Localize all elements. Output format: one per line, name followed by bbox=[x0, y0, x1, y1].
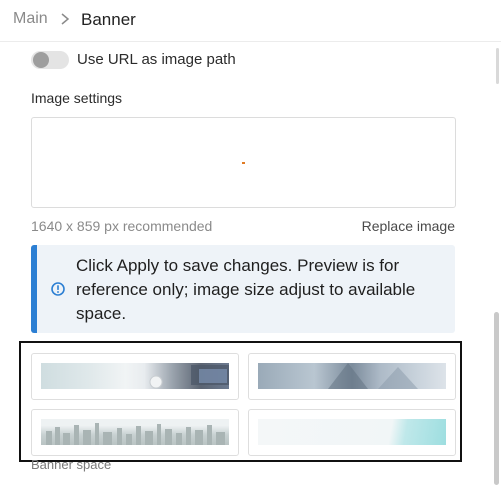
info-circle-icon bbox=[51, 282, 65, 296]
info-accent-bar bbox=[31, 245, 37, 333]
info-notice-text: Click Apply to save changes. Preview is … bbox=[76, 256, 416, 323]
banner-options-highlight bbox=[19, 341, 462, 462]
url-path-toggle-label: Use URL as image path bbox=[77, 51, 236, 68]
breadcrumb-main-link[interactable]: Main bbox=[13, 10, 48, 28]
image-size-hint: 1640 x 859 px recommended bbox=[31, 218, 213, 234]
inner-scrollbar-thumb[interactable] bbox=[496, 48, 499, 84]
chevron-right-icon bbox=[61, 13, 70, 25]
replace-image-button[interactable]: Replace image bbox=[362, 218, 455, 234]
toggle-knob bbox=[33, 52, 49, 68]
url-path-toggle[interactable] bbox=[31, 51, 69, 69]
image-preview-box[interactable] bbox=[31, 117, 456, 208]
info-notice: Click Apply to save changes. Preview is … bbox=[31, 245, 455, 333]
breadcrumb-current: Banner bbox=[81, 10, 136, 29]
banner-space-label: Banner space bbox=[31, 457, 112, 472]
scrollbar-thumb[interactable] bbox=[494, 312, 499, 485]
image-preview-placeholder bbox=[242, 162, 245, 164]
image-settings-label: Image settings bbox=[31, 90, 123, 106]
breadcrumb-header: Main Banner bbox=[0, 0, 501, 42]
